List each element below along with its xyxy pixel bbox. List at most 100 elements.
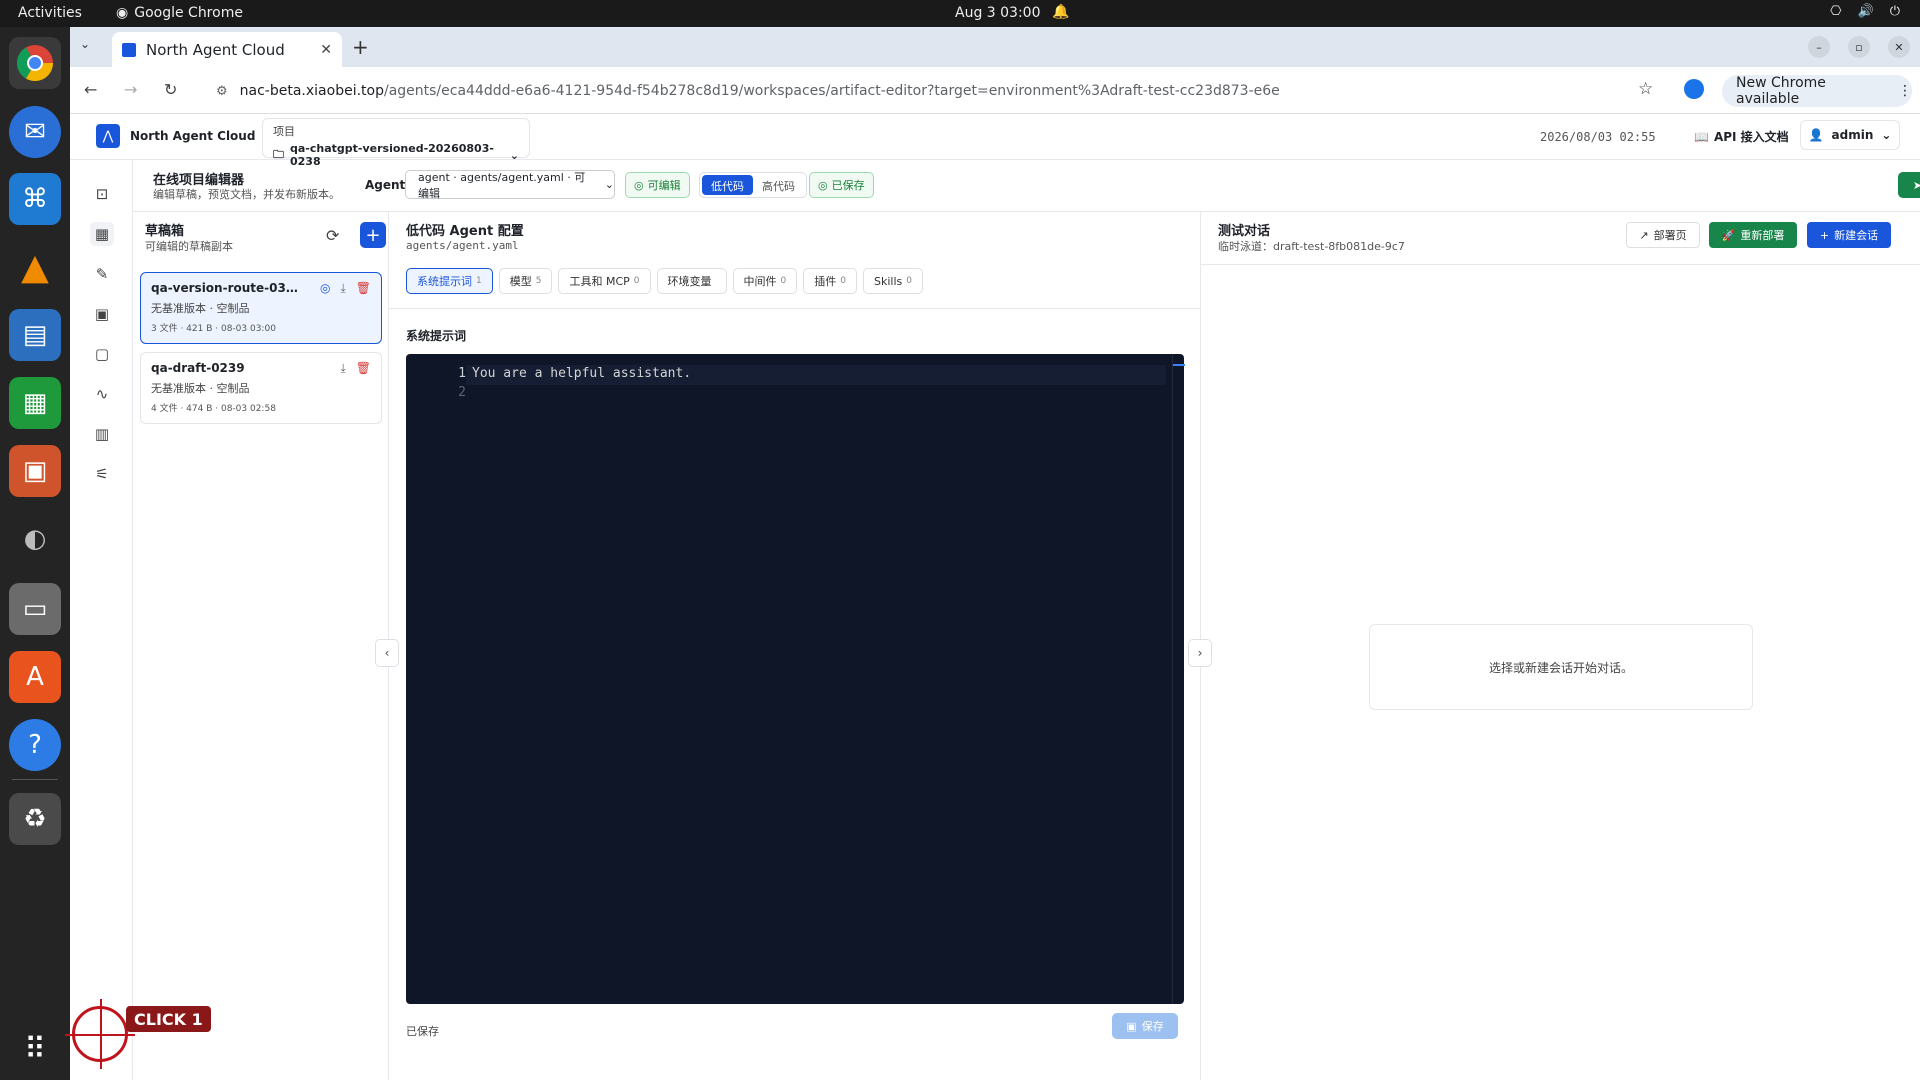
- draft-info: 4 文件 · 474 B · 08-03 02:58: [151, 404, 276, 414]
- bell-icon[interactable]: 🔔: [1052, 4, 1069, 20]
- close-tab-icon[interactable]: ✕: [320, 42, 332, 58]
- help-dock-icon[interactable]: ?: [9, 719, 61, 771]
- api-docs-link[interactable]: 📖 API 接入文档: [1694, 128, 1789, 145]
- trash-icon[interactable]: 🗑: [356, 281, 371, 296]
- sliders-icon[interactable]: ⚟: [90, 462, 114, 486]
- vlc-dock-icon[interactable]: ▲: [9, 241, 61, 293]
- publish-button[interactable]: ➤发布: [1898, 172, 1920, 198]
- reload-icon[interactable]: ↻: [164, 80, 177, 99]
- code-editor[interactable]: 1 You are a helpful assistant. 2: [406, 354, 1185, 1004]
- tab-search-icon[interactable]: ⌄: [80, 37, 90, 51]
- drafts-title: 草稿箱: [145, 224, 185, 239]
- bookmark-star-icon[interactable]: ☆: [1638, 79, 1653, 99]
- user-menu-button[interactable]: 👤 admin ⌄: [1800, 120, 1900, 150]
- new-tab-icon[interactable]: +: [352, 35, 369, 59]
- volume-icon: 🔊: [1857, 4, 1874, 19]
- brand-logo-icon[interactable]: ⋀: [96, 124, 120, 148]
- new-session-label: 新建会话: [1834, 229, 1879, 242]
- show-apps-icon[interactable]: ⠿: [9, 1023, 61, 1075]
- gimp-dock-icon[interactable]: ◐: [9, 513, 61, 565]
- tab-plugins[interactable]: 插件 0: [803, 268, 857, 294]
- trash-dock-icon[interactable]: ♻: [9, 793, 61, 845]
- dock: ✉ ⌘ ▲ ▤ ▦ ▣ ◐ ▭ A ? ♻ ⠿: [0, 27, 70, 1080]
- download-icon[interactable]: ⤓: [340, 281, 345, 296]
- user-icon: 👤: [1808, 128, 1824, 142]
- config-panel: 低代码 Agent 配置 agents/agent.yaml 系统提示词 1 模型…: [389, 212, 1201, 1080]
- pencil-icon[interactable]: ✎: [90, 262, 114, 286]
- writer-dock-icon[interactable]: ▤: [9, 309, 61, 361]
- active-app-indicator[interactable]: ◉ Google Chrome: [116, 5, 243, 21]
- maximize-icon[interactable]: ▫: [1848, 36, 1870, 58]
- trash-icon[interactable]: 🗑: [356, 361, 371, 376]
- bar-chart-icon[interactable]: ▥: [90, 422, 114, 446]
- workspace-icon[interactable]: ▦: [90, 222, 114, 246]
- minimize-icon[interactable]: –: [1808, 36, 1830, 58]
- mode-high-code[interactable]: 高代码: [753, 175, 804, 195]
- app-center-dock-icon[interactable]: A: [9, 651, 61, 703]
- window-controls: – ▫ ✕: [1808, 36, 1910, 58]
- activity-icon[interactable]: ∿: [90, 382, 114, 406]
- terminal-icon[interactable]: ▣: [90, 302, 114, 326]
- collapse-left-button[interactable]: ‹: [375, 639, 399, 667]
- files-dock-icon[interactable]: ▭: [9, 583, 61, 635]
- refresh-icon[interactable]: ⟳: [326, 226, 339, 245]
- site-info-icon[interactable]: ⚙: [216, 84, 228, 99]
- redeploy-button[interactable]: 🚀 重新部署: [1709, 222, 1797, 248]
- new-session-button[interactable]: + 新建会话: [1807, 222, 1891, 248]
- tab-model[interactable]: 模型 5: [498, 268, 553, 294]
- add-draft-button[interactable]: +: [360, 222, 386, 248]
- activities-button[interactable]: Activities: [18, 5, 82, 21]
- deploy-page-label: 部署页: [1653, 229, 1687, 242]
- section-title: 系统提示词: [406, 329, 467, 343]
- save-button[interactable]: ▣ 保存: [1112, 1013, 1178, 1039]
- profile-avatar[interactable]: [1684, 79, 1704, 99]
- tab-count: 0: [780, 276, 787, 286]
- chat-bubble-icon[interactable]: ▢: [90, 342, 114, 366]
- brand-name[interactable]: North Agent Cloud: [130, 129, 255, 143]
- forward-icon[interactable]: →: [124, 80, 137, 99]
- mode-switch[interactable]: 低代码 高代码: [699, 172, 807, 198]
- vscode-dock-icon[interactable]: ⌘: [9, 173, 61, 225]
- redeploy-label: 重新部署: [1740, 229, 1785, 242]
- tab-middleware[interactable]: 中间件 0: [732, 268, 798, 294]
- tab-system-prompt[interactable]: 系统提示词 1: [406, 268, 493, 294]
- tab-skills[interactable]: Skills 0: [862, 268, 923, 294]
- tab-count: 0: [906, 276, 912, 286]
- calc-dock-icon[interactable]: ▦: [9, 377, 61, 429]
- editor-scrollbar[interactable]: [1172, 354, 1185, 1004]
- chat-subtitle: 临时泳道：draft-test-8fb081de-9c7: [1218, 240, 1405, 253]
- chrome-update-button[interactable]: New Chrome available ⋮: [1722, 75, 1912, 107]
- deploy-page-button[interactable]: ↗ 部署页: [1626, 222, 1700, 248]
- close-window-icon[interactable]: ✕: [1888, 36, 1910, 58]
- app-header: ⋀ North Agent Cloud 项目 🗀 qa-chatgpt-versi…: [70, 114, 1920, 168]
- browser-tab[interactable]: North Agent Cloud ✕: [112, 32, 342, 67]
- tab-count: 0: [840, 276, 846, 286]
- thunderbird-dock-icon[interactable]: ✉: [9, 106, 61, 158]
- project-selector[interactable]: 项目 🗀 qa-chatgpt-versioned-20260803-0238 ⌄: [262, 118, 530, 168]
- chat-title: 测试对话: [1218, 224, 1271, 239]
- tab-count: 5: [535, 276, 542, 286]
- click-target-marker: [65, 999, 135, 1069]
- tab-label: 工具和 MCP: [569, 275, 630, 288]
- tab-title: North Agent Cloud: [146, 40, 285, 59]
- tab-tools-mcp[interactable]: 工具和 MCP 0: [558, 268, 651, 294]
- system-tray[interactable]: ⎔ 🔊 ⏻: [1830, 4, 1900, 19]
- editor-toolbar: 在线项目编辑器 编辑草稿，预览文档，并发布新版本。 Agent agent · …: [133, 160, 1920, 212]
- omnibox[interactable]: ⚙ nac-beta.xiaobei.top/agents/eca44ddd-e…: [200, 74, 1790, 108]
- impress-dock-icon[interactable]: ▣: [9, 445, 61, 497]
- mode-low-code[interactable]: 低代码: [702, 175, 753, 195]
- draft-card[interactable]: qa-version-route-0308... 无基准版本 · 空制品 3 文…: [140, 272, 382, 344]
- back-icon[interactable]: ←: [84, 80, 97, 99]
- address-bar-row: ← → ↻ ⚙ nac-beta.xiaobei.top/agents/eca4…: [70, 67, 1920, 114]
- editor-subtitle: 编辑草稿，预览文档，并发布新版本。: [153, 188, 340, 201]
- agent-select[interactable]: agent · agents/agent.yaml · 可编辑 ⌄: [405, 170, 615, 200]
- download-icon[interactable]: ⤓: [340, 361, 345, 376]
- robot-icon[interactable]: ⊡: [90, 182, 114, 206]
- code-line[interactable]: You are a helpful assistant.: [472, 366, 691, 381]
- tab-env-vars[interactable]: 环境变量: [656, 268, 727, 294]
- tab-label: 环境变量: [667, 275, 712, 288]
- chat-panel: 测试对话 临时泳道：draft-test-8fb081de-9c7 ↗ 部署页 🚀…: [1201, 212, 1920, 1080]
- clock[interactable]: Aug 3 03:00: [955, 5, 1041, 21]
- draft-card[interactable]: qa-draft-0239 无基准版本 · 空制品 4 文件 · 474 B ·…: [140, 352, 382, 424]
- chrome-dock-icon[interactable]: [9, 37, 61, 89]
